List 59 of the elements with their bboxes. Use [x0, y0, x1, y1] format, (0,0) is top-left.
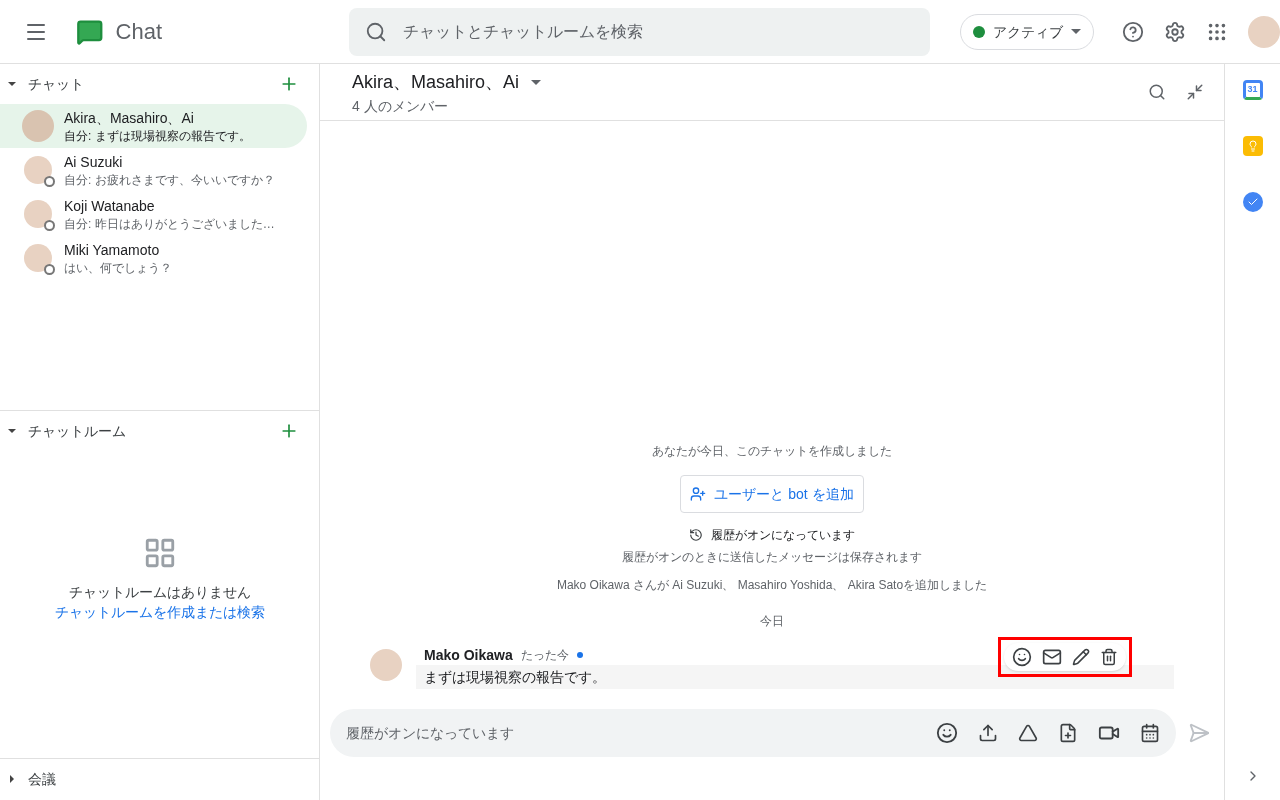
search-field[interactable]: チャットとチャットルームを検索 — [403, 19, 915, 44]
chat-item[interactable]: Koji Watanabe 自分: 昨日はありがとうございました… — [0, 192, 307, 236]
user-avatar — [24, 156, 52, 184]
chat-item[interactable]: Miki Yamamoto はい、何でしょう？ — [0, 236, 307, 280]
search-bar[interactable]: チャットとチャットルームを検索 — [349, 7, 931, 56]
chat-preview: 自分: 昨日はありがとうございました… — [64, 216, 275, 232]
history-icon — [689, 528, 703, 542]
chat-preview: はい、何でしょう？ — [64, 260, 172, 276]
add-people-button[interactable]: ユーザーと bot を追加 — [680, 475, 864, 513]
section-title[interactable]: 会議 — [28, 769, 56, 789]
caret-icon[interactable] — [8, 427, 16, 435]
chat-name: Ai Suzuki — [64, 153, 124, 172]
user-avatar — [24, 200, 52, 228]
system-message: あなたが今日、このチャットを作成しました — [652, 443, 892, 459]
section-title[interactable]: チャット — [28, 74, 84, 94]
caret-icon[interactable] — [8, 80, 16, 88]
chat-item[interactable]: Ai Suzuki 自分: お疲れさまです、今いいですか？ — [0, 148, 307, 192]
sender-name: Mako Oikawa — [424, 646, 513, 665]
system-message: Mako Oikawa さんが Ai Suzuki、 Masahiro Yoshida、 Akira Satoを追加しました — [556, 577, 988, 593]
caret-icon — [1071, 29, 1082, 34]
chat-preview: 自分: お疲れさまです、今いいですか？ — [64, 172, 275, 188]
conversation-title[interactable]: Akira、Masahiro、Ai — [352, 68, 520, 96]
date-divider: 今日 — [760, 613, 784, 629]
chat-preview: 自分: まずは現場視察の報告です。 — [64, 128, 251, 144]
caret-icon[interactable] — [8, 775, 16, 783]
upload-icon[interactable] — [978, 723, 998, 743]
help-icon — [1122, 20, 1145, 43]
emoji-icon[interactable] — [1012, 647, 1032, 667]
calendar-app-icon[interactable]: 31 — [1242, 80, 1263, 100]
chat-name: Miki Yamamoto — [64, 241, 161, 260]
history-text: 履歴がオンのときに送信したメッセージは保存されます — [622, 549, 922, 565]
chat-name: Akira、Masahiro、Ai — [64, 109, 195, 128]
create-room-link[interactable]: チャットルームを作成または検索 — [54, 602, 265, 622]
delete-icon[interactable] — [1100, 648, 1118, 666]
message-input[interactable]: 履歴がオンになっています — [346, 723, 916, 743]
group-avatar — [22, 110, 54, 142]
chat-item[interactable]: Akira、Masahiro、Ai 自分: まずは現場視察の報告です。 — [0, 104, 307, 148]
search-icon — [365, 20, 388, 43]
sender-avatar — [370, 649, 402, 681]
edit-icon[interactable] — [1072, 648, 1090, 666]
composer-bar[interactable]: 履歴がオンになっています — [330, 709, 1176, 757]
chat-name: Koji Watanabe — [64, 197, 156, 216]
calendar-icon[interactable] — [1140, 723, 1160, 743]
section-title[interactable]: チャットルーム — [28, 421, 126, 441]
caret-icon[interactable] — [531, 79, 542, 85]
search-icon — [1148, 83, 1166, 101]
user-avatar — [24, 244, 52, 272]
add-document-icon[interactable] — [1058, 723, 1078, 743]
message-time: たった今 — [520, 647, 569, 663]
history-title: 履歴がオンになっています — [711, 527, 855, 543]
add-person-icon — [690, 486, 707, 502]
member-count: 4 人のメンバー — [352, 97, 449, 116]
emoji-icon[interactable] — [936, 722, 958, 744]
app-name: Chat — [115, 18, 163, 46]
tasks-app-icon[interactable] — [1242, 192, 1263, 212]
empty-rooms-text: チャットルームはありません — [68, 583, 251, 602]
minimize-icon — [1186, 83, 1204, 101]
settings-icon — [1164, 20, 1187, 43]
message-text: まずは現場視察の報告です。 — [416, 665, 1174, 689]
